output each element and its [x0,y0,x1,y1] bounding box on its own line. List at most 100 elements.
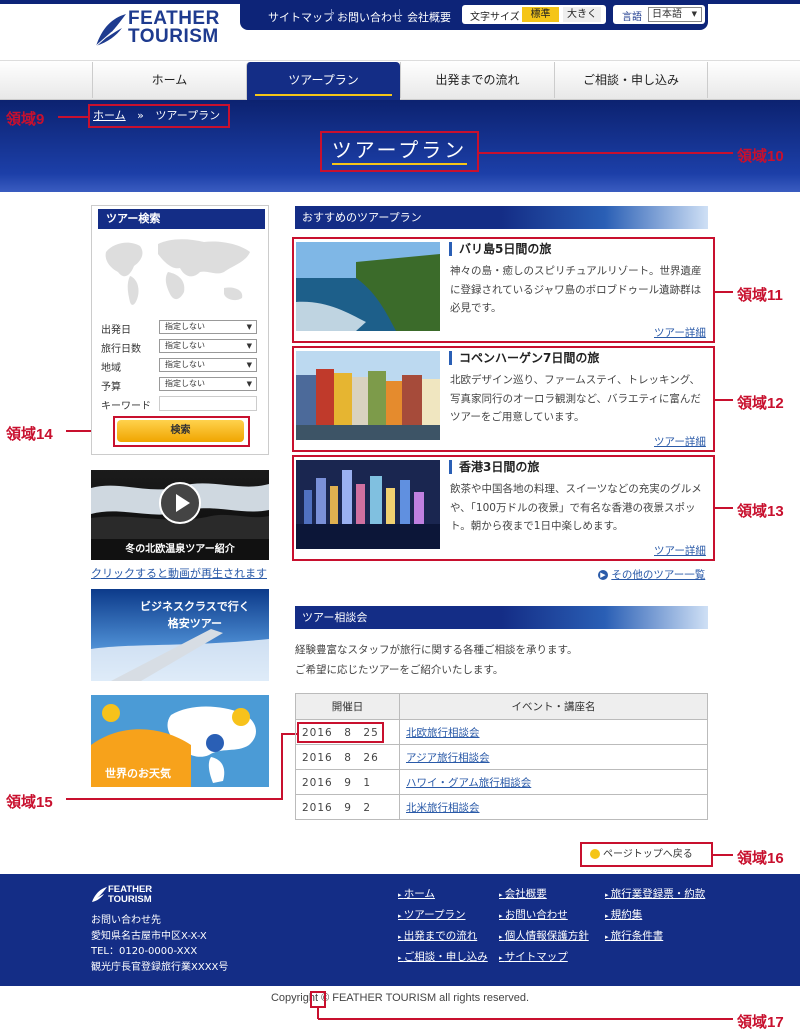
annotation-region15: 領域15 [6,794,53,811]
language-label: 言語 [622,12,642,23]
annotation-region13: 領域13 [737,503,784,520]
consultation-text-line1: 経験豊富なスタッフが旅行に関する各種ご相談を承ります。 [295,644,578,656]
tour-detail-link-copenhagen[interactable]: ツアー詳細 [654,434,706,449]
footer-link-consult[interactable]: ご相談・申し込み [398,951,488,963]
more-tours-link[interactable]: ▶ その他のツアー一覧 [598,567,705,582]
video-title: 冬の北欧温泉ツアー紹介 [91,539,269,560]
world-map-icon [105,239,250,305]
footer-tel: TEL：0120-0000-XXX [91,946,198,957]
budget-label: 予算 [101,382,121,393]
departure-date-value: 指定しない [165,322,205,331]
tour-title-copenhagen[interactable]: コペンハーゲン7日間の旅 [449,351,599,365]
footer-link-home[interactable]: ホーム [398,888,435,900]
footer-links-col2: 会社概要 お問い合わせ 個人情報保護方針 サイトマップ [499,884,589,968]
page-top-button[interactable]: ページトップへ戻る [580,842,713,867]
footer-link-contact[interactable]: お問い合わせ [499,909,568,921]
annotation-leader [479,152,733,154]
header-divider [399,9,400,21]
language-select[interactable]: 日本語 ▼ [648,7,702,22]
world-weather-banner[interactable]: 世界のお天気 [91,695,269,787]
event-link[interactable]: ハワイ・グアム旅行相談会 [406,777,531,789]
header-divider [331,9,332,21]
annotation-region9: 領域9 [6,111,45,128]
banner-line2: 格安ツアー [167,617,223,630]
font-size-standard-button[interactable]: 標準 [522,7,559,22]
annotation-region16: 領域16 [737,850,784,867]
arrow-up-icon [590,849,600,859]
table-header-event: イベント・講座名 [399,693,708,720]
footer-link-tour-plan[interactable]: ツアープラン [398,909,466,921]
footer-logo-line2: TOURISM [108,894,152,905]
event-date: 2016 9 1 [295,769,400,795]
footer-link-terms[interactable]: 旅行条件書 [605,930,663,942]
trip-days-select[interactable]: 指定しない [159,339,257,353]
budget-value: 指定しない [165,379,205,388]
footer-contact-info: お問い合わせ先 愛知県名古屋市中区X-X-X TEL：0120-0000-XXX… [91,913,228,975]
event-date: 2016 8 26 [295,744,400,770]
footer-link-rules[interactable]: 規約集 [605,909,642,921]
footer-address: 愛知県名古屋市中区X-X-X [91,930,207,942]
annotation-region12: 領域12 [737,395,784,412]
tour-title-hongkong[interactable]: 香港3日間の旅 [449,460,539,474]
sitemap-link[interactable]: サイトマップ [268,9,334,25]
nav-item-tour-plan[interactable]: ツアープラン [246,62,400,100]
budget-select[interactable]: 指定しない [159,377,257,391]
tour-detail-link-bali[interactable]: ツアー詳細 [654,325,706,340]
nav-item-home[interactable]: ホーム [92,62,246,98]
annotation-leader [317,1007,319,1019]
breadcrumb-home-link[interactable]: ホーム [93,109,126,122]
play-icon[interactable] [159,482,201,524]
departure-date-select[interactable]: 指定しない [159,320,257,334]
nav-item-flow[interactable]: 出発までの流れ [400,62,554,98]
region-value: 指定しない [165,360,205,369]
company-link[interactable]: 会社概要 [407,9,451,25]
logo-line2: TOURISM [128,26,219,47]
tour-title-bali[interactable]: バリ島5日間の旅 [449,242,551,256]
region-select[interactable]: 指定しない [159,358,257,372]
event-link[interactable]: 北欧旅行相談会 [406,727,480,739]
footer-link-privacy[interactable]: 個人情報保護方針 [499,930,589,942]
annotation-leader [715,291,733,293]
nav-item-consult[interactable]: ご相談・申し込み [554,62,708,98]
video-play-link[interactable]: クリックすると動画が再生されます [91,565,267,581]
banner-line1: ビジネスクラスで行く [140,600,250,613]
bali-photo[interactable] [296,242,440,331]
keyword-input[interactable] [159,396,257,411]
tour-detail-link-hongkong[interactable]: ツアー詳細 [654,543,706,558]
footer-link-sitemap[interactable]: サイトマップ [499,951,568,963]
footer-links-col3: 旅行業登録票・約款 規約集 旅行条件書 [605,884,705,947]
consultation-description: 経験豊富なスタッフが旅行に関する各種ご相談を承ります。 ご希望に応じたツアーをご… [295,640,577,680]
copenhagen-photo[interactable] [296,351,440,440]
chevron-down-icon: ▼ [691,10,697,18]
footer-link-company[interactable]: 会社概要 [499,888,547,900]
date-cell-highlight [297,722,384,743]
table-header-row: 開催日 イベント・講座名 [295,693,708,720]
contact-link[interactable]: お問い合わせ [337,9,403,25]
table-row: 2016 8 26 アジア旅行相談会 [295,744,708,770]
font-size-label: 文字サイズ [470,12,520,23]
trip-days-value: 指定しない [165,341,205,350]
annotation-leader [713,854,733,856]
footer-link-registration[interactable]: 旅行業登録票・約款 [605,888,705,900]
copyright-symbol-highlight [310,991,326,1008]
hongkong-photo[interactable] [296,460,440,549]
table-header-date: 開催日 [295,693,400,720]
event-link[interactable]: 北米旅行相談会 [406,802,480,814]
footer-contact-label: お問い合わせ先 [91,915,161,926]
font-size-large-button[interactable]: 大きく [563,7,601,22]
business-class-banner-text: ビジネスクラスで行く 格安ツアー [140,598,250,632]
page-title-text: ツアープラン [331,137,468,165]
table-row: 2016 9 1 ハワイ・グアム旅行相談会 [295,769,708,795]
search-button[interactable]: 検索 [117,420,244,442]
recommended-heading: おすすめのツアープラン [295,206,708,229]
more-tours-link-text: その他のツアー一覧 [611,569,706,581]
site-logo-text[interactable]: FEATHER TOURISM [128,9,220,47]
footer-logo[interactable]: FEATHER TOURISM [108,885,152,905]
event-link[interactable]: アジア旅行相談会 [406,752,490,764]
footer-link-flow[interactable]: 出発までの流れ [398,930,477,942]
annotation-leader [715,399,733,401]
annotation-leader [281,733,283,800]
tour-desc-copenhagen: 北欧デザイン巡り、ファームステイ、トレッキング、写真家同行のオーロラ観測など、バ… [450,374,701,423]
event-cell: 北米旅行相談会 [399,794,708,820]
tour-search-title: ツアー検索 [95,209,265,229]
